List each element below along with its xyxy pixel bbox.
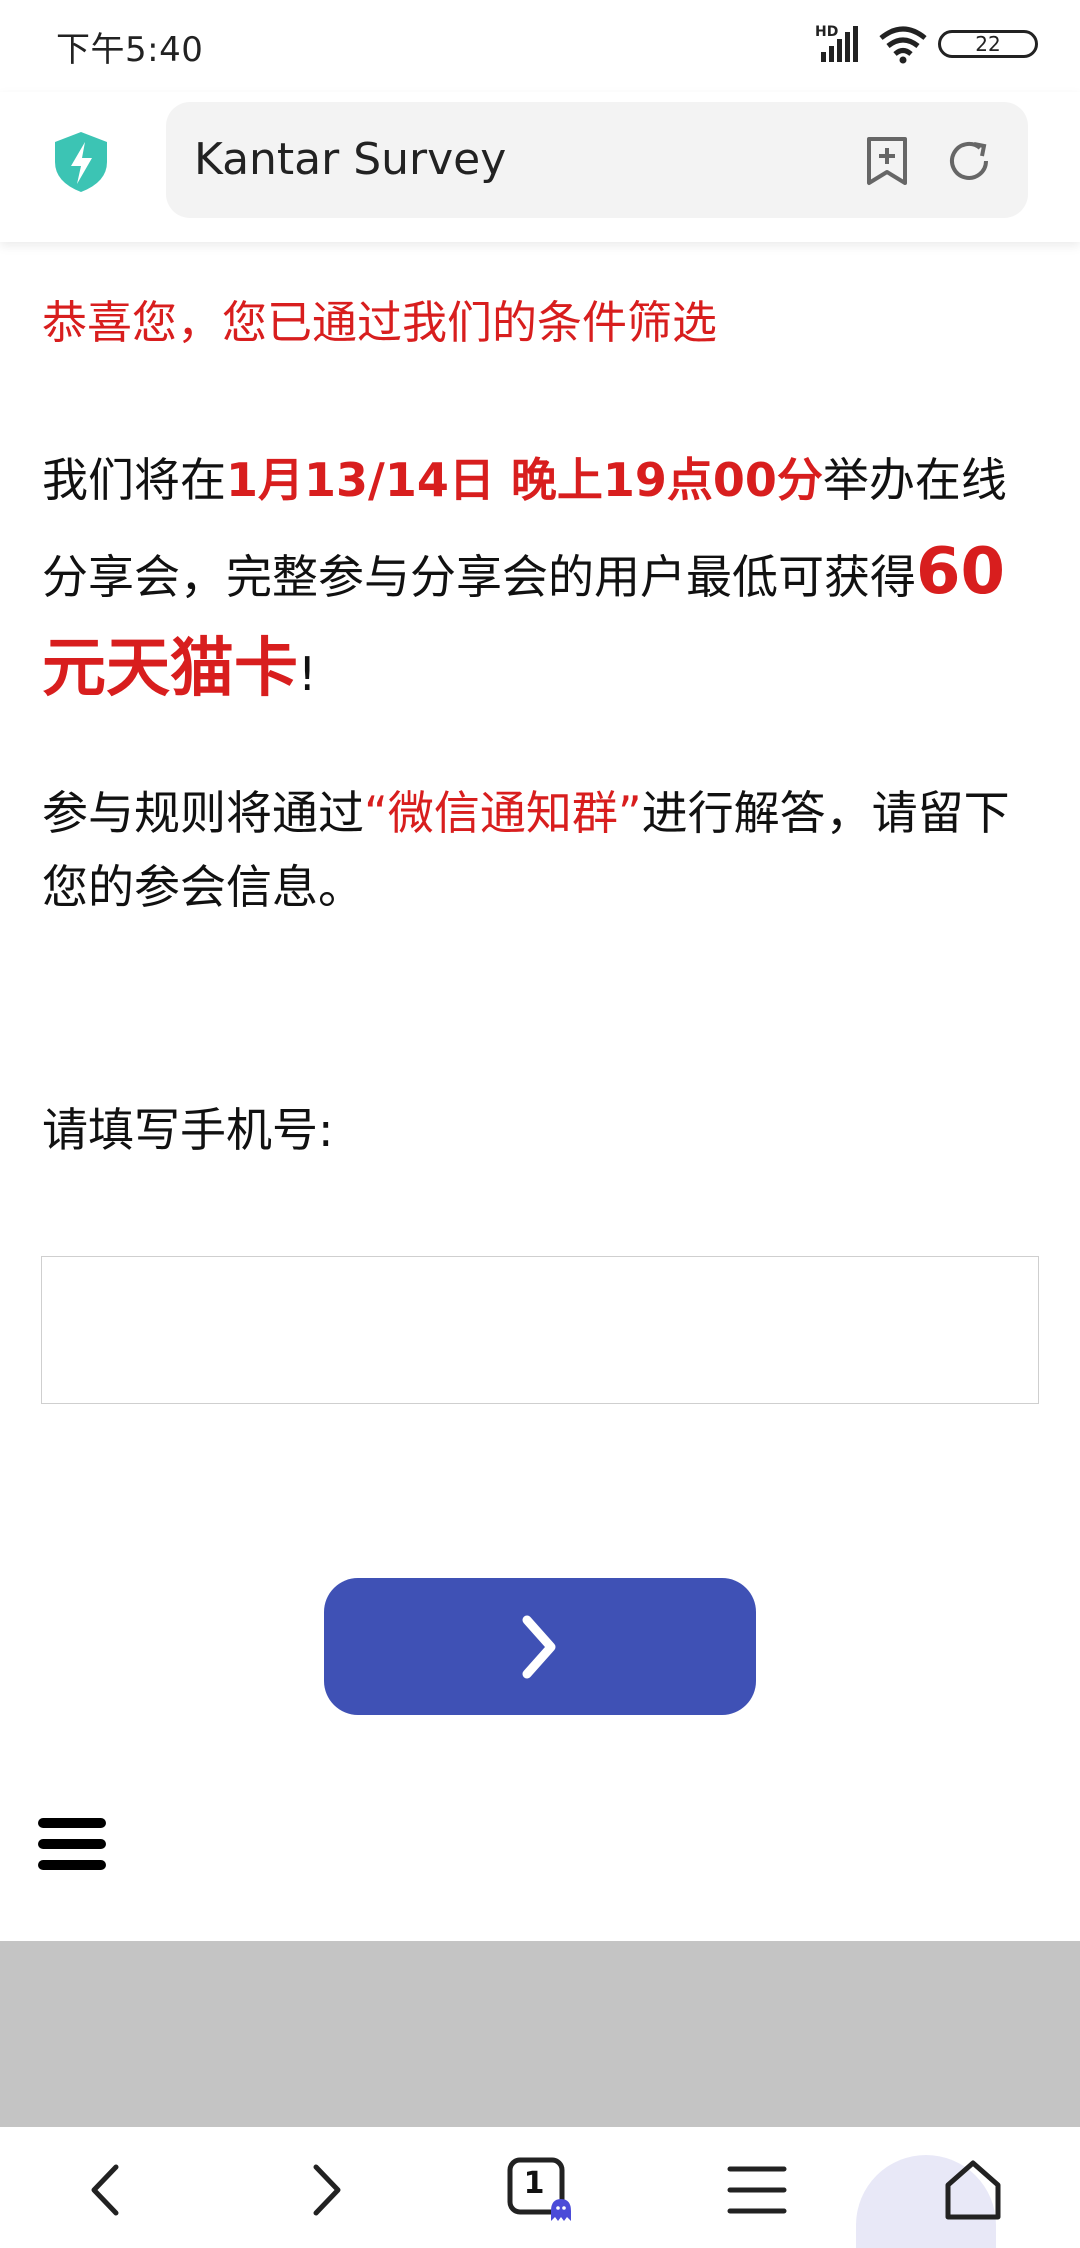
menu-list-icon[interactable] xyxy=(722,2155,792,2225)
rules-text-intro: 参与规则将通过 xyxy=(42,786,364,840)
menu-icon[interactable] xyxy=(38,1814,106,1874)
event-text-end: ! xyxy=(298,647,317,701)
back-icon[interactable] xyxy=(72,2155,142,2225)
address-bar[interactable]: Kantar Survey xyxy=(166,102,1028,218)
page-title[interactable]: Kantar Survey xyxy=(194,134,506,185)
wifi-icon xyxy=(878,26,928,64)
rules-paragraph: 参与规则将通过“微信通知群”进行解答，请留下您的参会信息。 xyxy=(42,776,1042,924)
status-time: 下午5:40 xyxy=(56,30,204,70)
phone-label: 请填写手机号: xyxy=(42,1103,334,1157)
next-button[interactable] xyxy=(324,1578,756,1715)
browser-bottom-nav: 1 xyxy=(0,2127,1080,2248)
home-icon[interactable] xyxy=(938,2155,1008,2225)
forward-icon[interactable] xyxy=(290,2155,360,2225)
congrats-heading: 恭喜您，您已通过我们的条件筛选 xyxy=(42,296,718,349)
footer-band xyxy=(0,1941,1080,2127)
tab-count: 1 xyxy=(523,2166,545,2201)
tabs-button[interactable]: 1 xyxy=(505,2155,575,2225)
event-text-intro: 我们将在 xyxy=(42,453,226,507)
refresh-icon[interactable] xyxy=(944,136,994,186)
page: 下午5:40 HD 22 Kantar Survey 恭喜您，您已通过我们的条件… xyxy=(0,0,1080,2248)
security-shield-icon[interactable] xyxy=(52,130,110,194)
wechat-group-text: “微信通知群” xyxy=(364,786,642,840)
browser-toolbar: Kantar Survey xyxy=(0,92,1080,242)
cell-signal-icon: HD xyxy=(815,24,863,64)
event-paragraph: 我们将在1月13/14日 晚上19点00分举办在线分享会，完整参与分享会的用户最… xyxy=(42,434,1042,720)
event-date: 1月13/14日 晚上19点00分 xyxy=(226,453,823,507)
chevron-right-icon xyxy=(522,1615,556,1678)
phone-input[interactable] xyxy=(41,1256,1039,1404)
status-bar: 下午5:40 HD 22 xyxy=(0,0,1080,92)
add-bookmark-icon[interactable] xyxy=(864,136,910,186)
network-type-label: HD xyxy=(815,24,839,40)
battery-icon: 22 xyxy=(938,30,1038,58)
